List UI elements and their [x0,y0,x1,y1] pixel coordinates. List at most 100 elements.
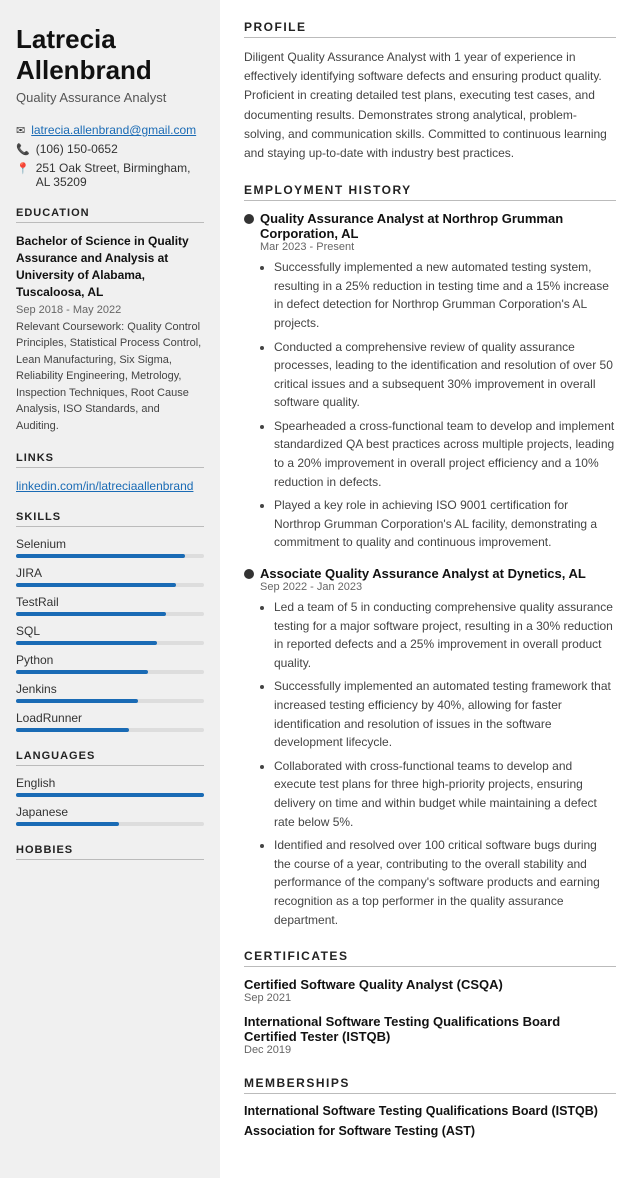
skill-bar-fill [16,699,138,703]
membership-item: Association for Software Testing (AST) [244,1124,616,1138]
cert-item: International Software Testing Qualifica… [244,1014,616,1056]
job-bullet: Successfully implemented a new automated… [274,258,616,332]
edu-date: Sep 2018 - May 2022 [16,304,204,316]
certificates-section-title: CERTIFICATES [244,949,616,967]
cert-name: International Software Testing Qualifica… [244,1014,616,1044]
languages-container: English Japanese [16,776,204,826]
skill-item: Selenium [16,537,204,558]
memberships-section: MEMBERSHIPS International Software Testi… [244,1076,616,1138]
job-date: Mar 2023 - Present [260,241,616,253]
skill-item: TestRail [16,595,204,616]
skill-item: LoadRunner [16,711,204,732]
job-dot [244,569,254,579]
skill-name: Python [16,653,204,667]
job-date: Sep 2022 - Jan 2023 [260,581,616,593]
language-item: Japanese [16,805,204,826]
cert-name: Certified Software Quality Analyst (CSQA… [244,977,616,992]
language-bar-bg [16,822,204,826]
job-bullet: Conducted a comprehensive review of qual… [274,338,616,412]
profile-text: Diligent Quality Assurance Analyst with … [244,48,616,163]
membership-item: International Software Testing Qualifica… [244,1104,616,1118]
edu-coursework: Relevant Coursework: Quality Control Pri… [16,319,204,435]
address-icon: 📍 [16,162,30,175]
phone-icon: 📞 [16,143,30,156]
job-title-text: Quality Assurance Analyst at Northrop Gr… [260,211,616,241]
skill-bar-fill [16,583,176,587]
skill-name: LoadRunner [16,711,204,725]
languages-section-title: LANGUAGES [16,750,204,766]
edu-degree: Bachelor of Science in Quality Assurance… [16,233,204,300]
skill-bar-bg [16,554,204,558]
skill-name: Jenkins [16,682,204,696]
language-name: English [16,776,204,790]
skill-bar-bg [16,728,204,732]
email-icon: ✉ [16,124,25,137]
job-bullet: Led a team of 5 in conducting comprehens… [274,598,616,672]
certs-container: Certified Software Quality Analyst (CSQA… [244,977,616,1056]
skill-bar-fill [16,670,148,674]
email-link[interactable]: latrecia.allenbrand@gmail.com [31,123,196,137]
cert-date: Sep 2021 [244,992,616,1004]
skill-bar-fill [16,728,129,732]
language-bar-bg [16,793,204,797]
skill-bar-bg [16,670,204,674]
job-bullet: Successfully implemented an automated te… [274,677,616,751]
links-section-title: LINKS [16,452,204,468]
job-dot [244,214,254,224]
language-bar-fill [16,793,204,797]
skill-bar-bg [16,583,204,587]
skill-name: TestRail [16,595,204,609]
skill-name: SQL [16,624,204,638]
candidate-name: Latrecia Allenbrand [16,24,204,86]
skill-item: JIRA [16,566,204,587]
skill-bar-fill [16,612,166,616]
job-entry: Quality Assurance Analyst at Northrop Gr… [244,211,616,552]
cert-date: Dec 2019 [244,1044,616,1056]
coursework-label: Relevant Coursework: [16,321,124,333]
employment-section: EMPLOYMENT HISTORY Quality Assurance Ana… [244,183,616,929]
sidebar: Latrecia Allenbrand Quality Assurance An… [0,0,220,1178]
skill-bar-bg [16,699,204,703]
job-bullets: Led a team of 5 in conducting comprehens… [260,598,616,929]
linkedin-link[interactable]: linkedin.com/in/latreciaallenbrand [16,479,193,493]
profile-section: PROFILE Diligent Quality Assurance Analy… [244,20,616,163]
job-bullet: Spearheaded a cross-functional team to d… [274,417,616,491]
skill-bar-bg [16,641,204,645]
phone-text: (106) 150-0652 [36,142,118,156]
language-bar-fill [16,822,119,826]
hobbies-section-title: HOBBIES [16,844,204,860]
job-title-text: Associate Quality Assurance Analyst at D… [260,566,586,581]
skill-bar-fill [16,554,185,558]
jobs-container: Quality Assurance Analyst at Northrop Gr… [244,211,616,929]
skills-section-title: SKILLS [16,511,204,527]
job-entry: Associate Quality Assurance Analyst at D… [244,566,616,929]
job-bullet: Played a key role in achieving ISO 9001 … [274,496,616,552]
job-title: Associate Quality Assurance Analyst at D… [244,566,616,581]
job-title: Quality Assurance Analyst at Northrop Gr… [244,211,616,241]
job-bullet: Collaborated with cross-functional teams… [274,757,616,831]
address-text: 251 Oak Street, Birmingham, AL 35209 [36,161,204,189]
memberships-container: International Software Testing Qualifica… [244,1104,616,1138]
language-name: Japanese [16,805,204,819]
education-section-title: EDUCATION [16,207,204,223]
skill-item: Jenkins [16,682,204,703]
skill-item: Python [16,653,204,674]
skill-name: JIRA [16,566,204,580]
skills-container: Selenium JIRA TestRail SQL Python Jenkin… [16,537,204,732]
candidate-title: Quality Assurance Analyst [16,90,204,105]
memberships-section-title: MEMBERSHIPS [244,1076,616,1094]
main-content: PROFILE Diligent Quality Assurance Analy… [220,0,640,1178]
skill-bar-fill [16,641,157,645]
profile-section-title: PROFILE [244,20,616,38]
language-item: English [16,776,204,797]
cert-item: Certified Software Quality Analyst (CSQA… [244,977,616,1004]
certificates-section: CERTIFICATES Certified Software Quality … [244,949,616,1056]
job-bullet: Identified and resolved over 100 critica… [274,836,616,929]
skill-item: SQL [16,624,204,645]
linkedin-link-item: linkedin.com/in/latreciaallenbrand [16,478,204,493]
skill-name: Selenium [16,537,204,551]
job-bullets: Successfully implemented a new automated… [260,258,616,552]
coursework-text: Quality Control Principles, Statistical … [16,321,201,432]
skill-bar-bg [16,612,204,616]
employment-section-title: EMPLOYMENT HISTORY [244,183,616,201]
